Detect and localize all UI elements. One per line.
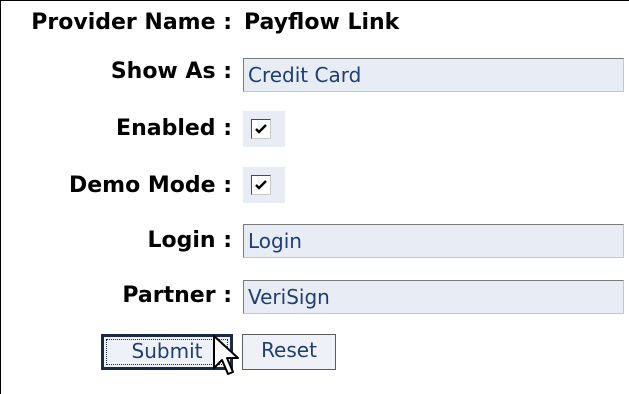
show-as-label: Show As :: [110, 59, 232, 84]
enabled-label: Enabled :: [116, 116, 232, 141]
show-as-input[interactable]: Credit Card: [243, 58, 624, 92]
partner-label: Partner :: [122, 283, 232, 308]
checkmark-icon: [255, 180, 267, 190]
login-input[interactable]: Login: [243, 224, 624, 258]
enabled-checkbox-wrap: [243, 111, 285, 147]
provider-name-label: Provider Name :: [31, 10, 232, 35]
checkmark-icon: [255, 124, 267, 134]
focus-ring: [106, 339, 228, 365]
partner-input[interactable]: VeriSign: [243, 280, 624, 314]
login-label: Login :: [147, 228, 232, 253]
mouse-pointer-icon: [213, 335, 239, 375]
provider-name-value: Payflow Link: [244, 10, 400, 35]
demo-mode-checkbox-wrap: [243, 167, 285, 203]
demo-mode-checkbox[interactable]: [251, 175, 271, 195]
reset-button[interactable]: Reset: [242, 334, 336, 370]
enabled-checkbox[interactable]: [251, 119, 271, 139]
demo-mode-label: Demo Mode :: [68, 173, 232, 198]
